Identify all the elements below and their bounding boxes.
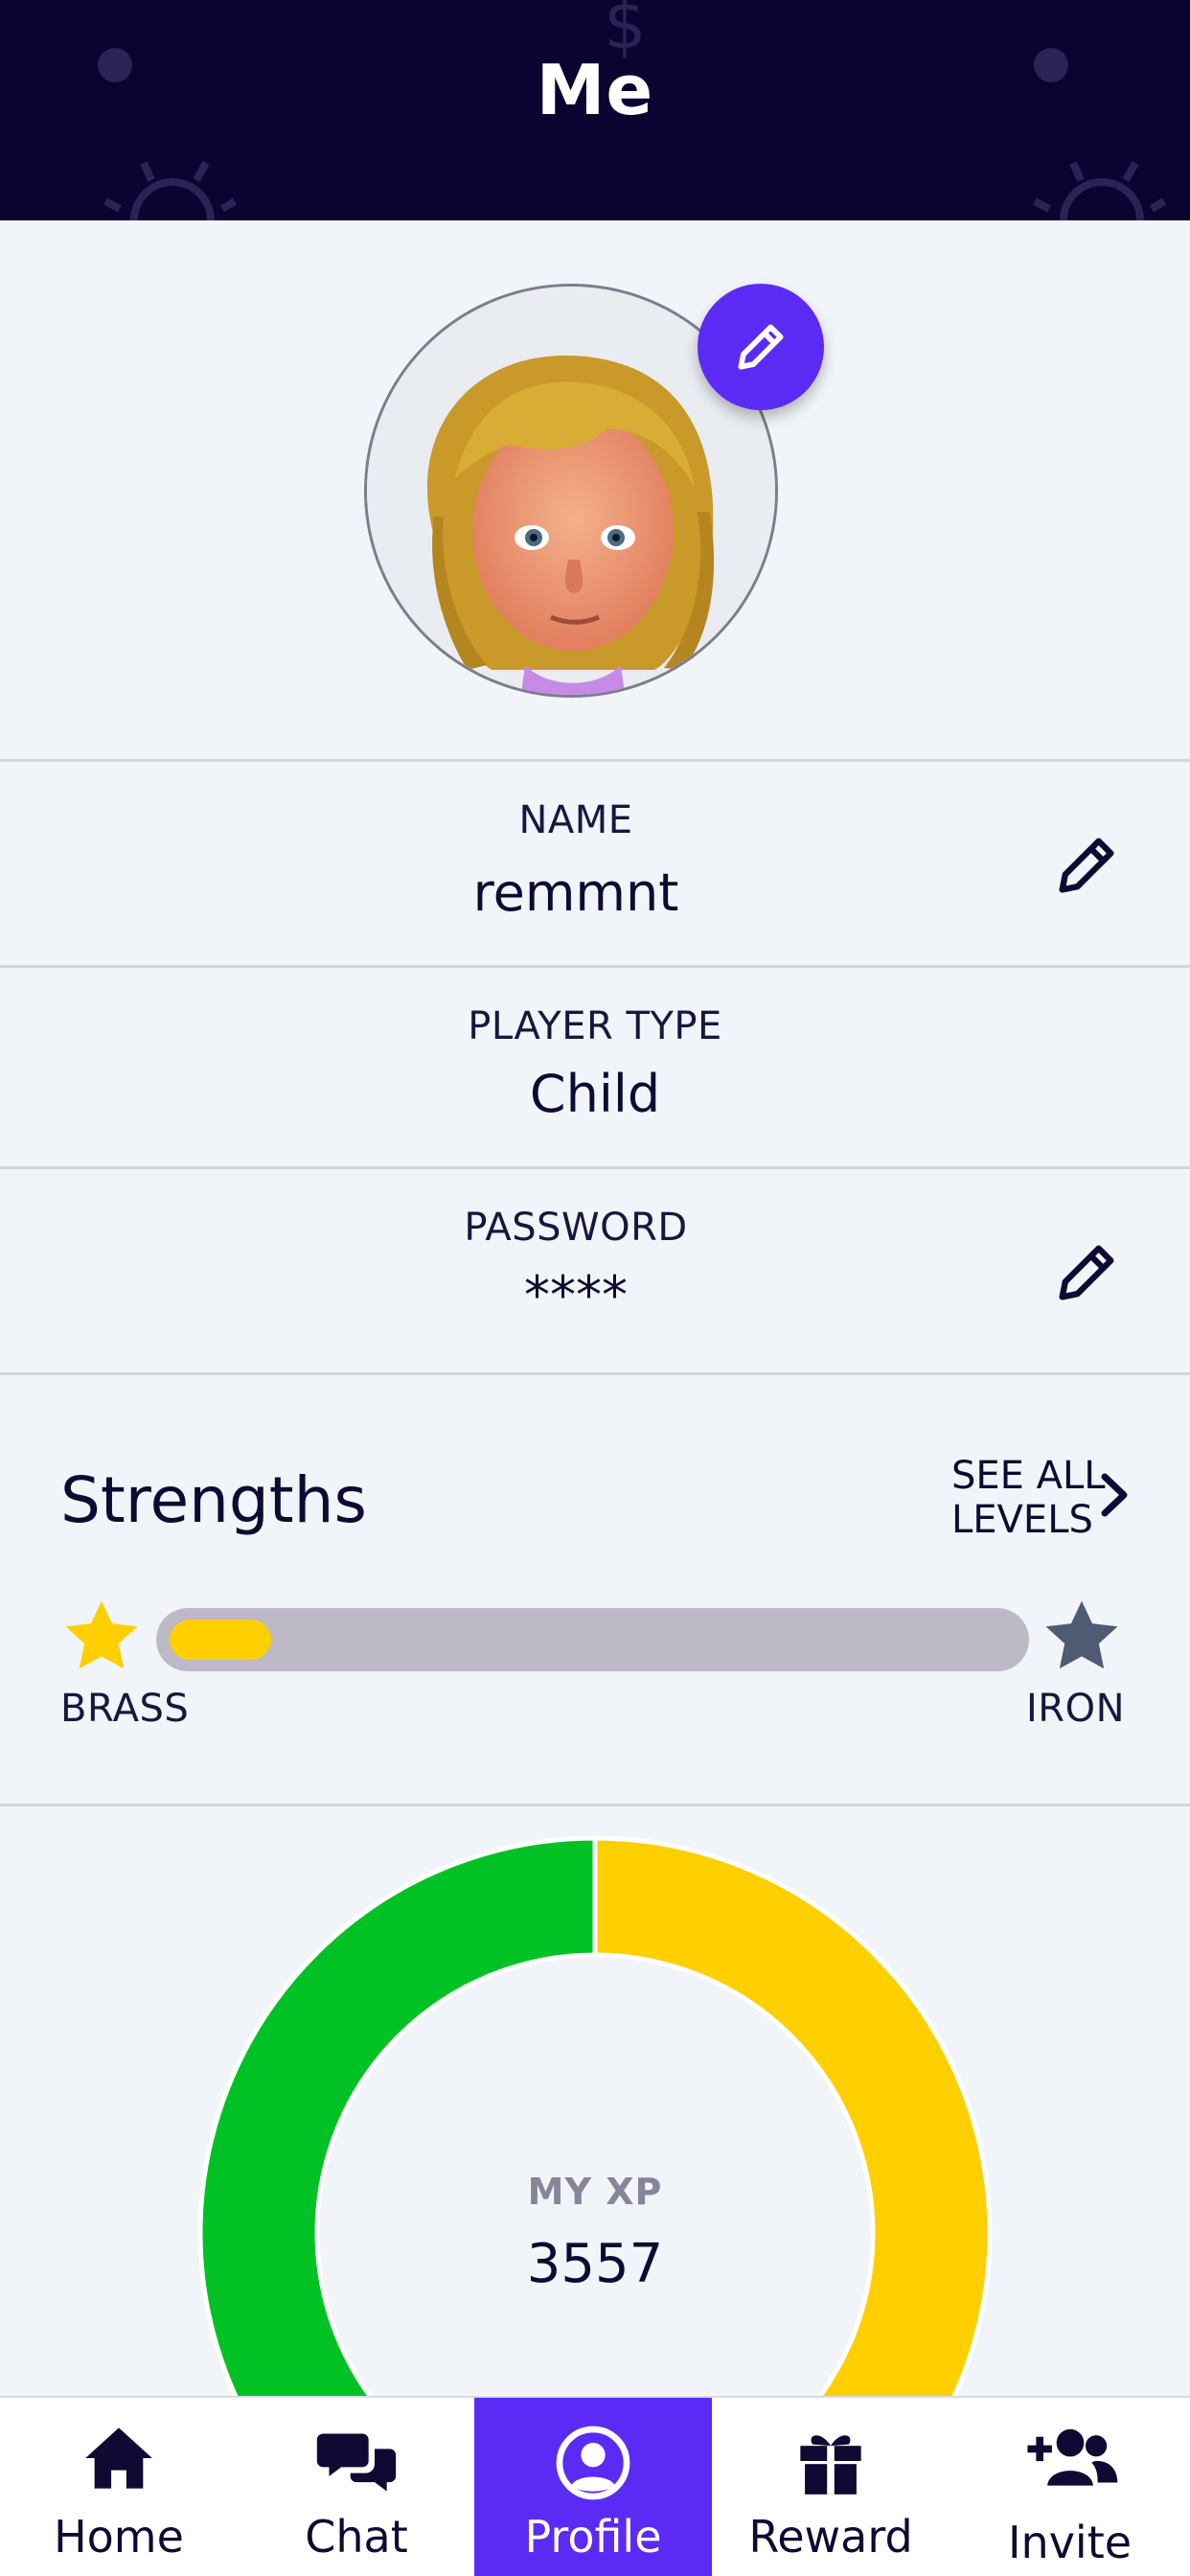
- tab-profile[interactable]: Profile: [474, 2398, 712, 2576]
- tab-invite[interactable]: Invite: [950, 2398, 1190, 2576]
- app-header: $ Me: [0, 0, 1190, 220]
- player-type-label: PLAYER TYPE: [468, 1004, 722, 1048]
- iron-star-icon: [1045, 1600, 1118, 1669]
- chevron-right-icon: [1101, 1473, 1128, 1517]
- tab-chat[interactable]: Chat: [238, 2398, 475, 2576]
- brass-star-icon: [65, 1600, 138, 1669]
- name-value: remmnt: [472, 862, 679, 923]
- gift-icon: [800, 2435, 861, 2495]
- current-level-label: BRASS: [60, 1687, 190, 1731]
- profile-icon: [556, 2426, 630, 2500]
- tab-home[interactable]: Home: [0, 2398, 238, 2576]
- xp-label: MY XP: [527, 2171, 663, 2213]
- level-progress-bar: [156, 1608, 1029, 1671]
- player-type-row: PLAYER TYPE Child: [0, 968, 1190, 1169]
- xp-chart: [0, 1809, 1190, 2396]
- tab-label-chat: Chat: [305, 2511, 408, 2563]
- xp-segment-green: [197, 1835, 598, 2396]
- edit-name-button[interactable]: [1050, 829, 1123, 902]
- password-row: PASSWORD ****: [0, 1169, 1190, 1375]
- edit-password-button[interactable]: [1050, 1236, 1123, 1309]
- password-value: ****: [524, 1265, 628, 1325]
- tab-label-reward: Reward: [748, 2511, 913, 2563]
- bottom-tab-bar: Home Chat Profile Reward Invite: [0, 2396, 1190, 2576]
- chat-icon: [316, 2433, 397, 2492]
- xp-value: 3557: [526, 2233, 664, 2295]
- password-label: PASSWORD: [464, 1206, 688, 1250]
- xp-segment-yellow: [592, 1835, 993, 2396]
- name-row: NAME remmnt: [0, 762, 1190, 968]
- level-progress-fill: [170, 1620, 271, 1660]
- page-title: Me: [536, 50, 654, 130]
- strengths-title: Strengths: [60, 1463, 367, 1537]
- name-label: NAME: [518, 798, 633, 842]
- tab-reward[interactable]: Reward: [712, 2398, 950, 2576]
- player-type-value: Child: [529, 1064, 661, 1124]
- tab-label-invite: Invite: [1007, 2517, 1133, 2568]
- pencil-icon: [738, 324, 784, 370]
- see-all-levels-link[interactable]: SEE ALL LEVELS: [951, 1454, 1143, 1542]
- next-level-label: IRON: [1026, 1687, 1125, 1731]
- edit-avatar-button[interactable]: [698, 284, 824, 410]
- tab-label-profile: Profile: [524, 2511, 662, 2563]
- add-user-icon: [1026, 2428, 1117, 2486]
- xp-donut: [197, 1835, 993, 2396]
- tab-label-home: Home: [54, 2511, 184, 2563]
- strengths-section: Strengths SEE ALL LEVELS BRASS IRON: [0, 1375, 1190, 1806]
- home-icon: [85, 2427, 152, 2489]
